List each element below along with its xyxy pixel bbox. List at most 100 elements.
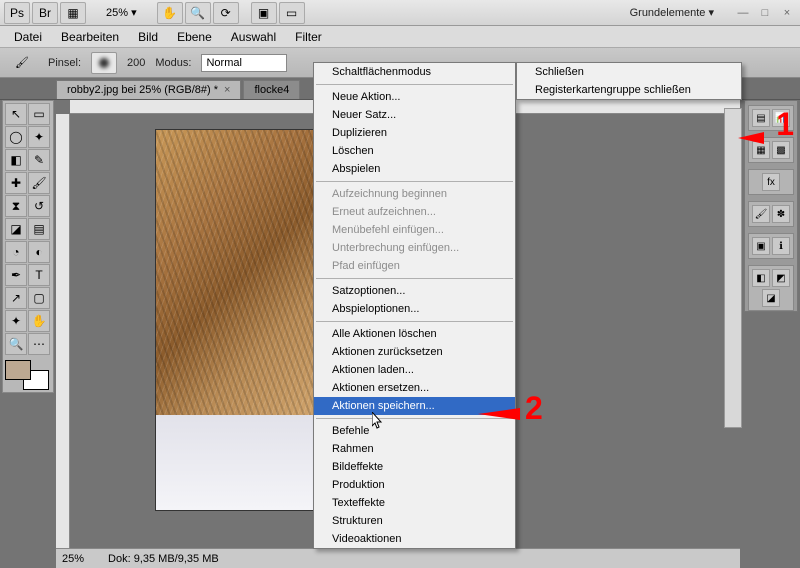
menu-item[interactable]: Löschen — [314, 142, 515, 160]
vertical-ruler[interactable] — [56, 114, 70, 548]
menu-bearbeiten[interactable]: Bearbeiten — [53, 27, 127, 47]
stamp-tool-icon[interactable]: ⧗ — [5, 195, 27, 217]
menu-item[interactable]: Duplizieren — [314, 124, 515, 142]
app-control-bar: Ps Br ▦ 25% ▾ ✋ 🔍 ⟳ ▣ ▭ Grundelemente ▾ … — [0, 0, 800, 26]
menu-item[interactable]: Rahmen — [314, 440, 515, 458]
nav-panel-icon[interactable]: ▣ — [752, 237, 770, 255]
menu-item[interactable]: Produktion — [314, 476, 515, 494]
brush-panel-icon[interactable]: 🖌 — [752, 205, 770, 223]
annotation-1: 1 — [776, 106, 794, 143]
zoom-level[interactable]: 25% ▾ — [98, 6, 145, 19]
hand2-tool-icon[interactable]: ✋ — [28, 310, 50, 332]
maximize-icon[interactable]: □ — [756, 7, 774, 19]
lasso-tool-icon[interactable]: ◯ — [5, 126, 27, 148]
mode-select[interactable]: Normal — [201, 54, 287, 72]
brush-preview[interactable] — [91, 52, 117, 74]
brush-label: Pinsel: — [48, 57, 81, 69]
blur-tool-icon[interactable]: ◔ — [5, 241, 27, 263]
document-canvas[interactable] — [156, 130, 336, 510]
paths-panel-icon[interactable]: ◪ — [762, 289, 780, 307]
menu-item: Pfad einfügen — [314, 257, 515, 275]
toolbox: ↖ ▭ ◯ ✦ ◧ ✎ ✚ 🖌 ⧗ ↺ ◪ ▤ ◔ ◐ ✒ T ↗ ▢ ✦ ✋ … — [2, 100, 54, 393]
menu-item: Aufzeichnung beginnen — [314, 185, 515, 203]
dodge-tool-icon[interactable]: ◐ — [28, 241, 50, 263]
eyedropper-tool-icon[interactable]: ✎ — [28, 149, 50, 171]
tab-inactive[interactable]: flocke4 — [243, 80, 300, 99]
tab-close-icon[interactable]: × — [224, 84, 230, 96]
main-menu-bar: Datei Bearbeiten Bild Ebene Auswahl Filt… — [0, 26, 800, 48]
brush2-tool-icon[interactable]: 🖌 — [28, 172, 50, 194]
menu-item[interactable]: Schließen — [517, 63, 741, 81]
healing-tool-icon[interactable]: ✚ — [5, 172, 27, 194]
screen-mode-icon[interactable]: ▭ — [279, 2, 305, 24]
zoom2-tool-icon[interactable]: 🔍 — [5, 333, 27, 355]
annotation-arrow-1 — [738, 132, 764, 144]
type-tool-icon[interactable]: T — [28, 264, 50, 286]
rotate-view-icon[interactable]: ⟳ — [213, 2, 239, 24]
menu-item[interactable]: Neuer Satz... — [314, 106, 515, 124]
menu-filter[interactable]: Filter — [287, 27, 330, 47]
layers-panel-icon[interactable]: ◧ — [752, 269, 770, 287]
menu-auswahl[interactable]: Auswahl — [223, 27, 284, 47]
history-brush-icon[interactable]: ↺ — [28, 195, 50, 217]
eraser-tool-icon[interactable]: ◪ — [5, 218, 27, 240]
crop-tool-icon[interactable]: ◧ — [5, 149, 27, 171]
image-snow-area — [156, 415, 336, 510]
info-panel-icon[interactable]: ℹ — [772, 237, 790, 255]
misc-tool-icon[interactable]: ⋯ — [28, 333, 50, 355]
arrange-docs-icon[interactable]: ▣ — [251, 2, 277, 24]
menu-bild[interactable]: Bild — [130, 27, 166, 47]
menu-item[interactable]: Aktionen zurücksetzen — [314, 343, 515, 361]
channels-panel-icon[interactable]: ◩ — [772, 269, 790, 287]
menu-item[interactable]: Aktionen ersetzen... — [314, 379, 515, 397]
menu-ebene[interactable]: Ebene — [169, 27, 220, 47]
menu-item[interactable]: Befehle — [314, 422, 515, 440]
collapsed-panel[interactable] — [724, 108, 742, 428]
workspace-switcher[interactable]: Grundelemente ▾ — [620, 3, 724, 22]
menu-item[interactable]: Texteffekte — [314, 494, 515, 512]
shape-tool-icon[interactable]: ▢ — [28, 287, 50, 309]
menu-item[interactable]: Aktionen laden... — [314, 361, 515, 379]
fg-color-icon[interactable] — [5, 360, 31, 380]
menu-item[interactable]: Schaltflächenmodus — [314, 63, 515, 81]
panel-group-menu: SchließenRegisterkartengruppe schließen — [516, 62, 742, 100]
marquee-tool-icon[interactable]: ▭ — [28, 103, 50, 125]
path-tool-icon[interactable]: ↗ — [5, 287, 27, 309]
bridge-icon[interactable]: Br — [32, 2, 58, 24]
hand-tool-icon[interactable]: ✋ — [157, 2, 183, 24]
menu-item[interactable]: Videoaktionen — [314, 530, 515, 548]
status-doc-size[interactable]: Dok: 9,35 MB/9,35 MB — [108, 553, 219, 565]
brush-size: 200 — [127, 57, 145, 69]
close-icon[interactable]: × — [778, 7, 796, 19]
menu-item[interactable]: Registerkartengruppe schließen — [517, 81, 741, 99]
menu-item[interactable]: Alle Aktionen löschen — [314, 325, 515, 343]
clone-panel-icon[interactable]: ✽ — [772, 205, 790, 223]
pen-tool-icon[interactable]: ✒ — [5, 264, 27, 286]
menu-item[interactable]: Bildeffekte — [314, 458, 515, 476]
actions-panel-menu: Schaltflächenmodus Neue Aktion...Neuer Sa… — [313, 62, 516, 549]
wand-tool-icon[interactable]: ✦ — [28, 126, 50, 148]
menu-item[interactable]: Neue Aktion... — [314, 88, 515, 106]
menu-item[interactable]: Strukturen — [314, 512, 515, 530]
annotation-2: 2 — [525, 390, 543, 427]
3d-tool-icon[interactable]: ✦ — [5, 310, 27, 332]
image-content — [156, 130, 336, 415]
brush-tool-icon[interactable]: 🖌 — [6, 51, 38, 75]
styles-panel-icon[interactable]: fx — [762, 173, 780, 191]
color-swatch[interactable] — [5, 360, 49, 390]
status-zoom[interactable]: 25% — [62, 553, 84, 565]
menu-item[interactable]: Satzoptionen... — [314, 282, 515, 300]
minimize-icon[interactable]: — — [734, 7, 752, 19]
flyout-menu-icon[interactable]: ▤ — [752, 109, 770, 127]
extras-icon[interactable]: ▦ — [60, 2, 86, 24]
move-tool-icon[interactable]: ↖ — [5, 103, 27, 125]
swatches-panel-icon[interactable]: ▩ — [772, 141, 790, 159]
tab-active[interactable]: robby2.jpg bei 25% (RGB/8#) * × — [56, 80, 241, 99]
zoom-tool-icon[interactable]: 🔍 — [185, 2, 211, 24]
menu-item[interactable]: Abspielen — [314, 160, 515, 178]
ps-logo-icon[interactable]: Ps — [4, 2, 30, 24]
menu-item[interactable]: Abspieloptionen... — [314, 300, 515, 318]
window-controls: — □ × — [734, 7, 796, 19]
gradient-tool-icon[interactable]: ▤ — [28, 218, 50, 240]
menu-datei[interactable]: Datei — [6, 27, 50, 47]
